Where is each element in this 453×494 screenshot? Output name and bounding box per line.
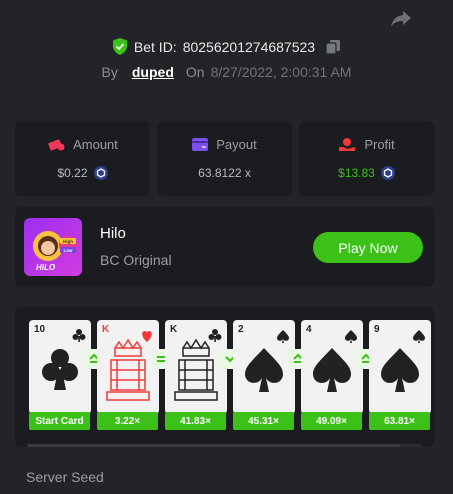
by-label: By [101,64,118,80]
horizontal-scrollbar[interactable] [27,444,422,447]
shield-check-icon [112,38,127,55]
amount-label: Amount [73,137,118,152]
bet-id-value: 80256201274687523 [182,38,316,55]
playing-card: 4 [301,320,363,414]
playing-card: 9 [369,320,431,414]
multiplier-badge: Start Card [29,412,90,430]
stat-amount: Amount $0.22 [15,121,150,196]
user-link[interactable]: duped [132,64,174,80]
playing-card: K [165,320,227,414]
multiplier-badge: 41.83× [165,412,226,430]
svg-text:High: High [63,239,73,244]
bet-date: 8/27/2022, 2:00:31 AM [210,64,352,80]
multiplier-badge: 63.81× [369,412,430,430]
share-icon[interactable] [389,8,413,30]
game-card: High Low HILO Hilo BC Original Play Now [15,207,434,287]
scrollbar-thumb[interactable] [27,444,400,447]
game-provider: BC Original [100,252,172,268]
on-label: On [185,64,205,80]
bet-meta-row: By duped On 8/27/2022, 2:00:31 AM [0,64,453,80]
playing-card: 2 [233,320,295,414]
bet-id-label: Bet ID: [133,38,177,55]
amount-value: $0.22 [57,166,88,180]
svg-text:HILO: HILO [36,263,56,272]
play-now-button[interactable]: Play Now [313,232,423,263]
multiplier-badge: 49.09× [301,412,362,430]
svg-text:Low: Low [64,248,73,253]
bet-stats: Amount $0.22 Payout 63.8122 x Profit $13… [15,121,434,196]
payout-value: 63.8122 x [198,166,251,180]
profit-icon [339,138,356,151]
stat-payout: Payout 63.8122 x [157,121,292,196]
cards-history[interactable]: 10 K K 2 4 9 Start Card 3.22× 41.83× 45.… [15,307,434,447]
coin-icon [93,166,108,180]
amount-icon [48,138,65,151]
bet-id-row: Bet ID: 80256201274687523 [0,38,453,55]
game-name: Hilo [100,225,126,242]
playing-card: 10 [29,320,91,414]
coin-icon [380,166,395,180]
playing-card: K [97,320,159,414]
payout-label: Payout [216,137,257,152]
profit-label: Profit [364,137,395,152]
multiplier-badge: 3.22× [97,412,158,430]
profit-value: $13.83 [338,166,375,180]
server-seed-label: Server Seed [26,469,104,485]
stat-profit: Profit $13.83 [299,121,434,196]
copy-icon[interactable] [325,39,341,55]
game-thumbnail[interactable]: High Low HILO [24,218,82,276]
payout-icon [192,138,209,151]
multiplier-badge: 45.31× [233,412,294,430]
